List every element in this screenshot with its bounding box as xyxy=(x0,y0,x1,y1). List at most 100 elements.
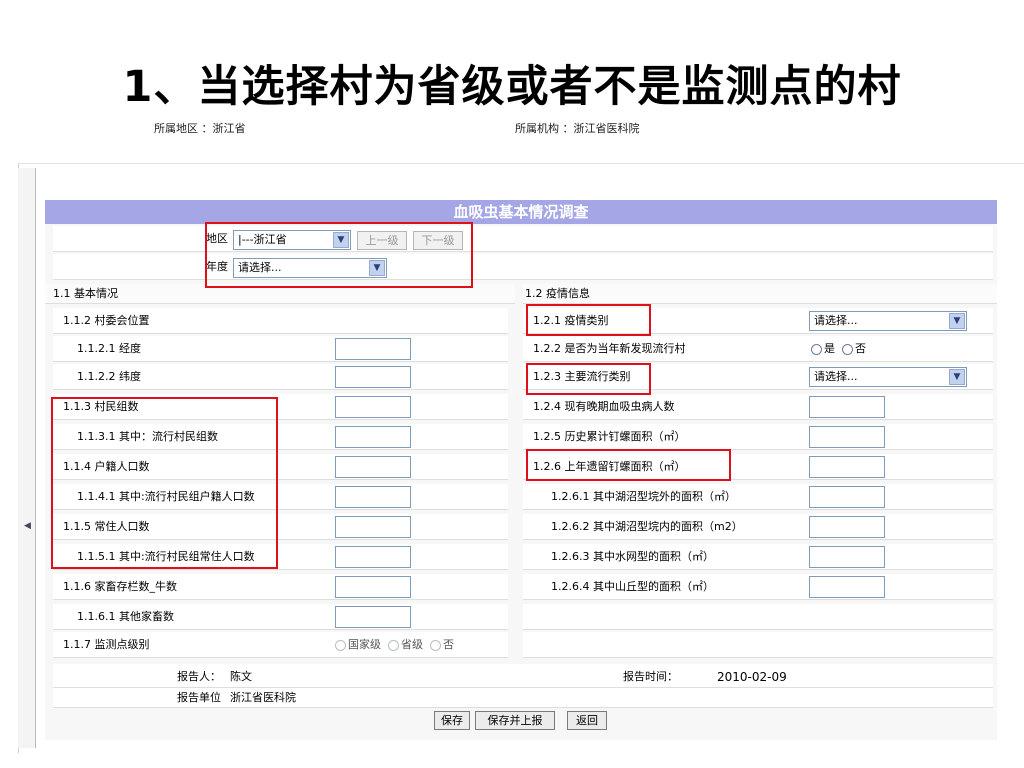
radio-provincial-label: 省级 xyxy=(401,638,423,651)
radio-none-label: 否 xyxy=(443,638,454,651)
main-epidemic-type-value: 请选择... xyxy=(814,370,858,383)
radio-national-label: 国家级 xyxy=(348,638,381,651)
epidemic-type-value: 请选择... xyxy=(814,314,858,327)
row-label: 1.2.4 现有晚期血吸虫病人数 xyxy=(533,400,675,413)
year-select-value: 请选择... xyxy=(238,261,282,274)
lake-outside-area-input[interactable] xyxy=(809,486,885,508)
row-1-1-6-1: 1.1.6.1 其他家畜数 xyxy=(53,604,508,630)
row-1-2-4: 1.2.4 现有晚期血吸虫病人数 xyxy=(523,394,993,420)
right-empty-row-2 xyxy=(523,632,993,658)
last-year-snail-area-input[interactable] xyxy=(809,456,885,478)
region-select[interactable]: |---浙江省 ▼ xyxy=(233,230,351,250)
form-header: 血吸虫基本情况调查 xyxy=(45,200,997,224)
row-label: 1.1.5 常住人口数 xyxy=(63,520,150,533)
row-1-1-4-1: 1.1.4.1 其中:流行村民组户籍人口数 xyxy=(53,484,508,510)
section-epidemic-info: 1.2 疫情信息 xyxy=(523,284,997,304)
report-unit-label: 报告单位 xyxy=(177,691,221,704)
row-label: 1.2.1 疫情类别 xyxy=(533,314,609,327)
radio-no[interactable] xyxy=(842,343,853,355)
region-label: 地区 xyxy=(206,232,228,245)
historical-snail-area-input[interactable] xyxy=(809,426,885,448)
radio-yes-label: 是 xyxy=(824,342,835,355)
row-label: 1.2.3 主要流行类别 xyxy=(533,370,631,383)
next-level-button[interactable]: 下一级 xyxy=(413,231,463,250)
radio-provincial[interactable] xyxy=(388,639,399,651)
save-and-report-button[interactable]: 保存并上报 xyxy=(475,711,555,730)
row-label: 1.1.2.1 经度 xyxy=(77,342,141,355)
year-select[interactable]: 请选择... ▼ xyxy=(233,258,387,278)
epidemic-household-population-input[interactable] xyxy=(335,486,411,508)
row-label: 1.1.5.1 其中:流行村民组常住人口数 xyxy=(77,550,255,563)
row-1-2-6-4: 1.2.6.4 其中山丘型的面积（㎡） xyxy=(523,574,993,600)
row-1-2-6-2: 1.2.6.2 其中湖沼型垸内的面积（m2） xyxy=(523,514,993,540)
row-1-2-2: 1.2.2 是否为当年新发现流行村 是 否 xyxy=(523,336,993,362)
row-label: 1.2.6.2 其中湖沼型垸内的面积（m2） xyxy=(551,520,743,533)
row-label: 1.1.7 监测点级别 xyxy=(63,638,150,651)
row-1-1-3-1: 1.1.3.1 其中：流行村民组数 xyxy=(53,424,508,450)
reporter-label: 报告人： xyxy=(177,670,221,683)
radio-national[interactable] xyxy=(335,639,346,651)
hilly-area-input[interactable] xyxy=(809,576,885,598)
epidemic-type-select[interactable]: 请选择... ▼ xyxy=(809,311,967,331)
region-meta: 所属地区 ：浙江省 xyxy=(154,122,246,135)
row-1-2-1: 1.2.1 疫情类别 请选择... ▼ xyxy=(523,308,993,334)
row-label: 1.1.3 村民组数 xyxy=(63,400,139,413)
report-unit-value: 浙江省医科院 xyxy=(230,691,296,704)
row-1-1-5-1: 1.1.5.1 其中:流行村民组常住人口数 xyxy=(53,544,508,570)
report-time-label: 报告时间： xyxy=(623,670,678,683)
row-label: 1.2.6.1 其中湖沼型垸外的面积（㎡） xyxy=(551,490,736,503)
row-label: 1.1.2 村委会位置 xyxy=(63,314,150,327)
epidemic-resident-population-input[interactable] xyxy=(335,546,411,568)
radio-no-label: 否 xyxy=(855,342,866,355)
collapse-arrow-icon[interactable]: ◀ xyxy=(24,521,31,531)
section-basic-title: 1.1 基本情况 xyxy=(53,287,118,300)
row-1-1-2-2: 1.1.2.2 纬度 xyxy=(53,364,508,390)
chevron-down-icon: ▼ xyxy=(333,232,349,248)
radio-none[interactable] xyxy=(430,639,441,651)
village-group-count-input[interactable] xyxy=(335,396,411,418)
row-label: 1.1.4.1 其中:流行村民组户籍人口数 xyxy=(77,490,255,503)
row-1-1-2-1: 1.1.2.1 经度 xyxy=(53,336,508,362)
frame-sidebar-bar xyxy=(18,168,36,748)
row-1-1-2: 1.1.2 村委会位置 xyxy=(53,308,508,334)
row-1-1-7: 1.1.7 监测点级别 国家级 省级 否 xyxy=(53,632,508,658)
year-filter-row: 年度 请选择... ▼ xyxy=(53,254,993,280)
radio-yes[interactable] xyxy=(811,343,822,355)
epidemic-group-count-input[interactable] xyxy=(335,426,411,448)
row-label: 1.2.2 是否为当年新发现流行村 xyxy=(533,342,686,355)
main-epidemic-type-select[interactable]: 请选择... ▼ xyxy=(809,367,967,387)
reporter-value: 陈文 xyxy=(230,670,252,683)
household-population-input[interactable] xyxy=(335,456,411,478)
row-1-1-5: 1.1.5 常住人口数 xyxy=(53,514,508,540)
save-button[interactable]: 保存 xyxy=(434,711,470,730)
row-1-2-5: 1.2.5 历史累计钉螺面积（㎡） xyxy=(523,424,993,450)
new-village-radio-group: 是 否 xyxy=(811,336,866,362)
org-meta: 所属机构 ：浙江省医科院 xyxy=(515,122,640,135)
resident-population-input[interactable] xyxy=(335,516,411,538)
row-label: 1.1.3.1 其中：流行村民组数 xyxy=(77,430,218,443)
lake-inside-area-input[interactable] xyxy=(809,516,885,538)
filter-spacer-a xyxy=(523,226,715,252)
report-unit-row: 报告单位 浙江省医科院 xyxy=(53,688,993,708)
row-label: 1.2.6 上年遗留钉螺面积（㎡） xyxy=(533,460,686,473)
longitude-input[interactable] xyxy=(335,338,411,360)
chevron-down-icon: ▼ xyxy=(949,369,965,385)
other-livestock-input[interactable] xyxy=(335,606,411,628)
late-stage-patients-input[interactable] xyxy=(809,396,885,418)
year-label: 年度 xyxy=(206,260,228,273)
latitude-input[interactable] xyxy=(335,366,411,388)
row-label: 1.1.6.1 其他家畜数 xyxy=(77,610,174,623)
filter-spacer-b xyxy=(715,226,993,252)
slide-title: 1、当选择村为省级或者不是监测点的村 xyxy=(122,62,902,112)
cattle-count-input[interactable] xyxy=(335,576,411,598)
row-1-1-6: 1.1.6 家畜存栏数_牛数 xyxy=(53,574,508,600)
water-network-area-input[interactable] xyxy=(809,546,885,568)
prev-level-button[interactable]: 上一级 xyxy=(357,231,407,250)
row-1-2-6-1: 1.2.6.1 其中湖沼型垸外的面积（㎡） xyxy=(523,484,993,510)
row-label: 1.1.6 家畜存栏数_牛数 xyxy=(63,580,177,593)
row-1-1-4: 1.1.4 户籍人口数 xyxy=(53,454,508,480)
chevron-down-icon: ▼ xyxy=(949,313,965,329)
section-basic-info: 1.1 基本情况 xyxy=(45,284,515,304)
back-button[interactable]: 返回 xyxy=(567,711,607,730)
row-1-2-6: 1.2.6 上年遗留钉螺面积（㎡） xyxy=(523,454,993,480)
